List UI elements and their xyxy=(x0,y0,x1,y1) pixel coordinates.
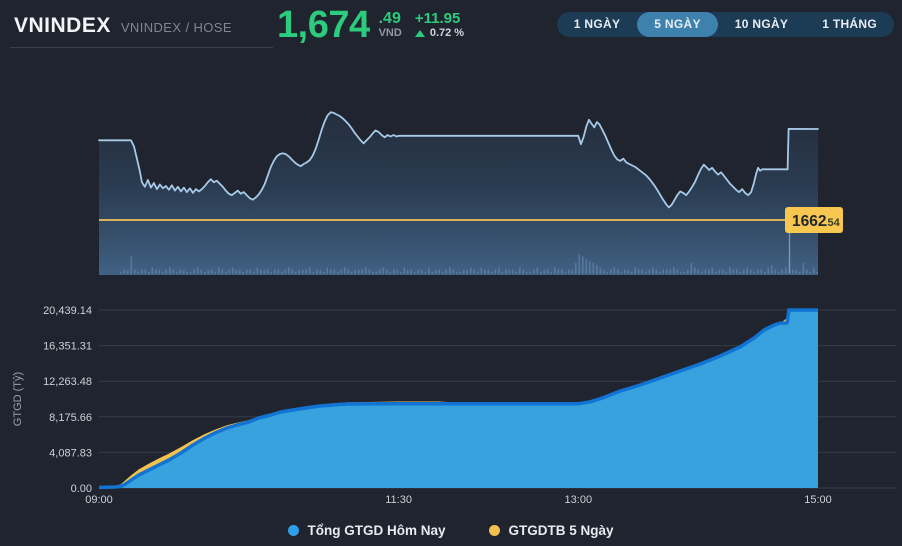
legend-dot-icon xyxy=(288,525,299,536)
x-axis-tick-label: 11:30 xyxy=(385,494,412,506)
price-chart[interactable]: 1662.54 xyxy=(0,0,902,300)
legend-item-1[interactable]: Tổng GTGD Hôm Nay xyxy=(288,523,445,538)
y-axis-tick-label: 4,087.83 xyxy=(49,447,92,459)
legend-dot-icon xyxy=(489,525,500,536)
svg-text:1662: 1662 xyxy=(792,213,826,230)
vnindex-chart-panel: VNINDEX VNINDEX / HOSE 1,674 .49 VND +11… xyxy=(0,0,902,546)
y-axis-tick-label: 8,175.66 xyxy=(49,412,92,424)
y-axis-tick-label: 20,439.14 xyxy=(43,305,92,317)
x-axis-tick-label: 09:00 xyxy=(85,494,113,506)
today-value-area xyxy=(99,310,818,488)
svg-text:.54: .54 xyxy=(825,217,841,229)
chart-legend: Tổng GTGD Hôm Nay GTGDTB 5 Ngày xyxy=(0,517,902,543)
y-axis-tick-label: 16,351.31 xyxy=(43,341,92,353)
legend-item-2[interactable]: GTGDTB 5 Ngày xyxy=(489,523,613,538)
legend-label: GTGDTB 5 Ngày xyxy=(508,523,613,538)
previous-close-label: 1662.54 xyxy=(785,207,843,233)
y-axis-title: GTGD (Tỷ) xyxy=(12,372,24,426)
legend-label: Tổng GTGD Hôm Nay xyxy=(307,523,445,538)
volume-chart[interactable]: 0.004,087.838,175.6612,263.4816,351.3120… xyxy=(0,300,902,515)
x-axis-tick-label: 13:00 xyxy=(565,494,593,506)
x-axis-tick-label: 15:00 xyxy=(804,494,832,506)
y-axis-tick-label: 12,263.48 xyxy=(43,376,92,388)
